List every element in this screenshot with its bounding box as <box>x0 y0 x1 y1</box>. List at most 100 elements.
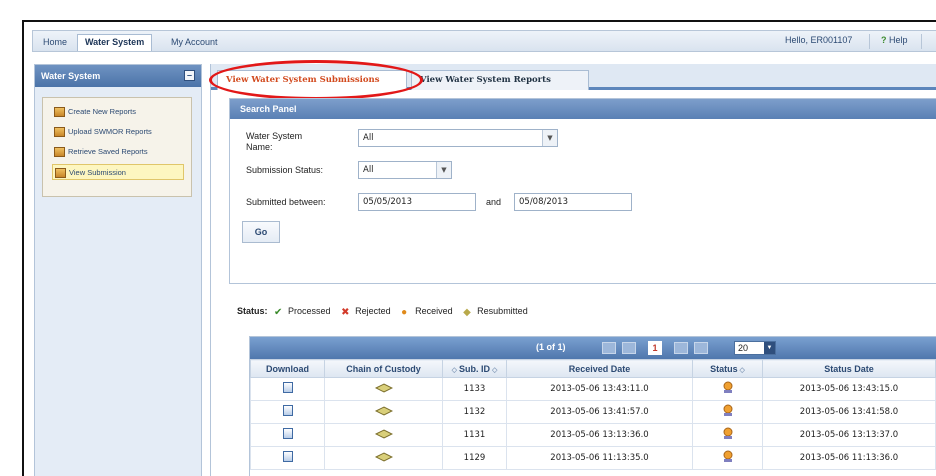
download-cell <box>250 377 325 401</box>
chevron-down-icon[interactable]: ▼ <box>542 130 557 146</box>
col-status[interactable]: Status ◇ <box>692 359 763 378</box>
tab-view-reports[interactable]: View Water System Reports <box>411 70 589 90</box>
chain-of-custody-icon[interactable] <box>374 382 393 393</box>
user-greeting: Hello, ER001107 <box>785 35 853 45</box>
status-label: Submission Status: <box>246 165 324 175</box>
legend-received: ● Received <box>401 306 453 318</box>
download-cell <box>250 400 325 424</box>
chain-of-custody-icon[interactable] <box>374 428 393 439</box>
ws-name-select[interactable]: All ▼ <box>358 129 558 147</box>
received-icon: ● <box>401 307 408 318</box>
status-cell <box>692 423 763 447</box>
status-cell <box>692 400 763 424</box>
collapse-icon[interactable]: – <box>184 70 195 81</box>
tab-water-system[interactable]: Water System <box>77 34 153 51</box>
report-icon <box>55 168 66 178</box>
received-status-icon <box>723 404 732 416</box>
coc-cell <box>324 446 443 470</box>
received-date-cell: 2013-05-06 13:43:11.0 <box>506 377 693 401</box>
col-label: Status <box>710 363 738 374</box>
main-panel: View Water System Submissions View Water… <box>209 60 936 476</box>
received-date-cell: 2013-05-06 13:13:36.0 <box>506 423 693 447</box>
status-cell <box>692 446 763 470</box>
sort-icon: ◇ <box>451 366 459 374</box>
sub-id-cell: 1129 <box>442 446 507 470</box>
help-icon: ? <box>881 35 887 45</box>
status-date-cell: 2013-05-06 11:13:36.0 <box>762 446 936 470</box>
report-icon <box>54 147 65 157</box>
received-status-icon <box>723 381 732 393</box>
legend-title: Status: <box>237 306 268 316</box>
go-button[interactable]: Go <box>242 221 280 243</box>
download-icon[interactable] <box>282 382 293 393</box>
pager: (1 of 1) 1 20 ▼ <box>250 337 936 359</box>
help-label: Help <box>889 35 908 45</box>
chevron-down-icon[interactable]: ▼ <box>436 162 451 178</box>
sidebar-item-create-new-reports[interactable]: Create New Reports <box>52 104 184 120</box>
legend-processed: ✔ Processed <box>274 306 331 318</box>
highlight-oval <box>209 60 423 100</box>
received-status-icon <box>723 450 732 462</box>
submitted-between-label: Submitted between: <box>246 197 326 207</box>
ws-name-value: All <box>363 133 374 143</box>
col-received-date[interactable]: Received Date <box>506 359 693 378</box>
status-date-cell: 2013-05-06 13:41:58.0 <box>762 400 936 424</box>
last-page-button[interactable] <box>694 342 708 354</box>
status-value: All <box>363 165 374 175</box>
sidebar-item-label: Create New Reports <box>68 107 136 116</box>
submissions-grid: (1 of 1) 1 20 ▼ Download Chain of Custod… <box>249 336 936 476</box>
current-page[interactable]: 1 <box>648 341 662 355</box>
nav-divider <box>921 34 922 49</box>
sidebar-item-upload-reports[interactable]: Upload SWMOR Reports <box>52 124 184 140</box>
sidebar-header: Water System – <box>35 65 201 87</box>
legend-rejected: ✖ Rejected <box>341 306 391 318</box>
download-icon[interactable] <box>282 451 293 462</box>
legend-label: Received <box>415 306 453 316</box>
chevron-down-icon[interactable]: ▼ <box>764 342 775 354</box>
chain-of-custody-icon[interactable] <box>374 405 393 416</box>
content-tabs: View Water System Submissions View Water… <box>209 60 936 100</box>
processed-icon: ✔ <box>274 307 283 318</box>
tab-home[interactable]: Home <box>35 34 75 51</box>
col-sub-id[interactable]: ◇ Sub. ID ◇ <box>442 359 507 378</box>
top-nav: Home Water System My Account Hello, ER00… <box>32 30 936 52</box>
report-icon <box>54 127 65 137</box>
to-date-input[interactable]: 05/08/2013 <box>514 193 632 211</box>
sidebar-title: Water System <box>41 71 101 81</box>
and-label: and <box>486 197 502 207</box>
coc-cell <box>324 423 443 447</box>
submissions-table: Download Chain of Custody ◇ Sub. ID ◇ Re… <box>250 359 936 470</box>
status-legend: Status: ✔ Processed ✖ Rejected ● Received ◆… <box>237 306 536 318</box>
search-panel: Search Panel Water System Name: All ▼ Su… <box>229 98 936 284</box>
sidebar-item-retrieve-saved[interactable]: Retrieve Saved Reports <box>52 144 184 160</box>
prev-page-button[interactable] <box>622 342 636 354</box>
chain-of-custody-icon[interactable] <box>374 451 393 462</box>
table-header-row: Download Chain of Custody ◇ Sub. ID ◇ Re… <box>250 359 936 378</box>
download-icon[interactable] <box>282 428 293 439</box>
sub-id-cell: 1131 <box>442 423 507 447</box>
from-date-input[interactable]: 05/05/2013 <box>358 193 476 211</box>
table-row: 1132 2013-05-06 13:41:57.0 2013-05-06 13:4… <box>250 400 936 424</box>
search-panel-title: Search Panel <box>230 99 936 119</box>
page-count: (1 of 1) <box>536 342 566 352</box>
col-status-date[interactable]: Status Date <box>762 359 936 378</box>
first-page-button[interactable] <box>602 342 616 354</box>
sidebar: Water System – Create New Reports Upload… <box>34 64 202 476</box>
page-size-select[interactable]: 20 ▼ <box>734 341 776 355</box>
col-chain-of-custody[interactable]: Chain of Custody <box>324 359 443 378</box>
legend-resubmitted: ◆ Resubmitted <box>463 306 528 318</box>
legend-label: Rejected <box>355 306 391 316</box>
col-download[interactable]: Download <box>250 359 325 378</box>
resubmitted-icon: ◆ <box>463 307 471 318</box>
next-page-button[interactable] <box>674 342 688 354</box>
coc-cell <box>324 377 443 401</box>
sidebar-item-view-submission[interactable]: View Submission <box>52 164 184 180</box>
status-select[interactable]: All ▼ <box>358 161 452 179</box>
download-icon[interactable] <box>282 405 293 416</box>
sort-icon: ◇ <box>490 366 498 374</box>
sidebar-item-label: View Submission <box>69 168 126 177</box>
legend-label: Processed <box>288 306 331 316</box>
help-link[interactable]: ? Help <box>881 35 908 45</box>
ws-name-label: Water System Name: <box>246 131 303 152</box>
tab-my-account[interactable]: My Account <box>163 34 226 51</box>
